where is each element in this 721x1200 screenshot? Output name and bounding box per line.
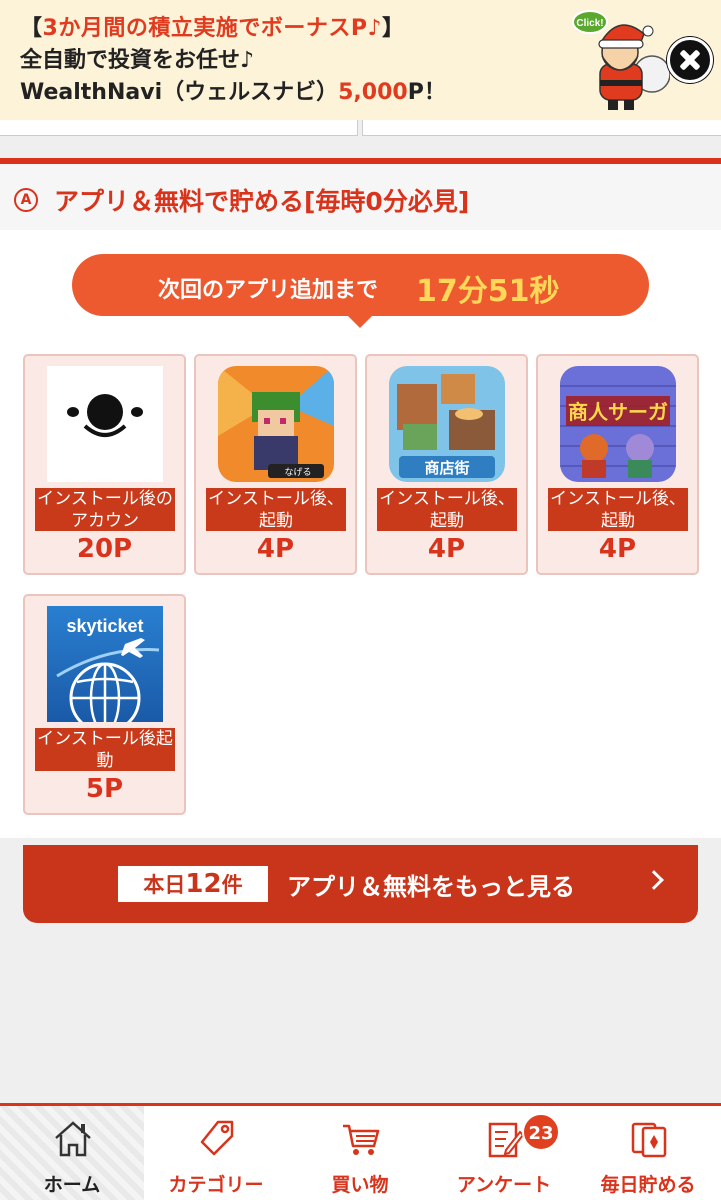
svg-text:Click!: Click! <box>576 18 603 29</box>
svg-text:商人サーガ: 商人サーガ <box>568 400 668 424</box>
app-condition: インストール後起動 <box>35 728 175 771</box>
timer-value: 17分51秒 <box>416 274 560 309</box>
nav-label: カテゴリー <box>168 1174 264 1196</box>
cards-icon <box>631 1122 667 1158</box>
previous-list-remnant <box>0 120 721 158</box>
home-icon <box>55 1121 91 1157</box>
app-points: 5P <box>85 774 124 804</box>
app-condition: インストール後のアカウン <box>35 488 175 531</box>
next-app-timer: 次回のアプリ追加まで 17分51秒 <box>72 254 649 316</box>
app-points: 4P <box>598 534 637 564</box>
see-more-apps-button[interactable]: 本日12件 アプリ＆無料をもっと見る <box>23 845 698 923</box>
promo-banner[interactable]: 【3か月間の積立実施でボーナスP♪】 全自動で投資をお任せ♪ WealthNav… <box>0 0 721 120</box>
survey-icon <box>488 1122 525 1158</box>
svg-text:商店街: 商店街 <box>424 459 469 477</box>
merchant-saga-icon: 商人サーガ <box>560 366 676 482</box>
today-count-badge: 本日12件 <box>118 866 268 902</box>
app-card[interactable]: skyticket インストール後起動 5P <box>23 594 186 815</box>
svg-text:なげる: なげる <box>284 467 311 478</box>
nav-label: 毎日貯める <box>600 1174 696 1196</box>
ninja-game-icon: なげる <box>218 366 334 482</box>
survey-count-badge: 23 <box>522 1113 560 1151</box>
app-condition: インストール後、起動 <box>377 488 517 531</box>
remnant-cell-right <box>362 120 721 136</box>
app-points: 4P <box>256 534 295 564</box>
remnant-cell-left <box>0 120 358 136</box>
face-app-icon <box>47 366 163 482</box>
banner-subline: 全自動で投資をお任せ♪ <box>20 48 255 73</box>
app-points: 4P <box>427 534 466 564</box>
app-card[interactable]: 商人サーガ インストール後、起動 4P <box>536 354 699 575</box>
section-a-icon: A <box>14 188 38 212</box>
nav-daily[interactable]: 毎日貯める <box>576 1106 720 1200</box>
section-title: アプリ＆無料で貯める[毎時0分必見] <box>54 187 470 216</box>
tag-icon <box>200 1120 234 1156</box>
cart-icon <box>343 1124 380 1155</box>
nav-home[interactable]: ホーム <box>0 1106 144 1200</box>
chevron-right-icon <box>644 870 664 890</box>
banner-offer: WealthNavi（ウェルスナビ）5,000P！ <box>20 80 446 105</box>
app-points: 20P <box>76 534 133 564</box>
app-condition: インストール後、起動 <box>206 488 346 531</box>
banner-headline: 【3か月間の積立実施でボーナスP♪】 <box>20 16 405 41</box>
see-more-label: アプリ＆無料をもっと見る <box>287 873 575 901</box>
section-header: A アプリ＆無料で貯める[毎時0分必見] <box>0 164 721 230</box>
timer-pointer <box>344 312 376 328</box>
svg-text:skyticket: skyticket <box>66 616 143 636</box>
shopping-street-icon: 商店街 <box>389 366 505 482</box>
nav-label: アンケート <box>456 1174 552 1196</box>
nav-label: ホーム <box>43 1174 101 1196</box>
nav-shopping[interactable]: 買い物 <box>288 1106 432 1200</box>
app-card[interactable]: インストール後のアカウン 20P <box>23 354 186 575</box>
close-banner-button[interactable] <box>667 37 713 83</box>
santa-mascot-icon[interactable]: Click! <box>570 4 670 112</box>
nav-category[interactable]: カテゴリー <box>144 1106 288 1200</box>
bottom-nav: ホーム カテゴリー 買い物 アンケート 毎日貯める 23 <box>0 1103 721 1200</box>
nav-label: 買い物 <box>331 1174 389 1196</box>
timer-label: 次回のアプリ追加まで <box>158 278 379 303</box>
app-card[interactable]: なげる インストール後、起動 4P <box>194 354 357 575</box>
app-free-section: A アプリ＆無料で貯める[毎時0分必見] 次回のアプリ追加まで 17分51秒 イ… <box>0 158 721 838</box>
skyticket-icon: skyticket <box>47 606 163 722</box>
app-card[interactable]: 商店街 インストール後、起動 4P <box>365 354 528 575</box>
app-condition: インストール後、起動 <box>548 488 688 531</box>
